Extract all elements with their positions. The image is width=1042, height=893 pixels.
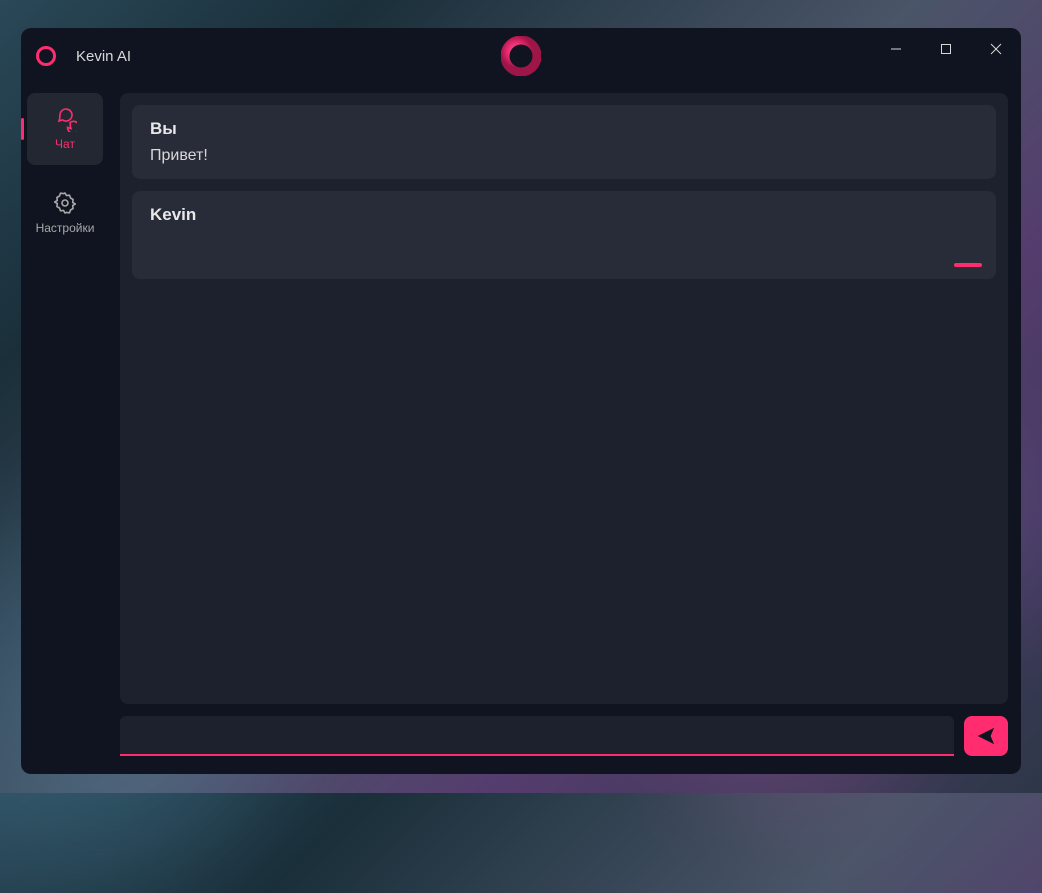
gear-icon	[53, 191, 77, 215]
sidebar-item-label: Настройки	[36, 221, 95, 235]
chat-input[interactable]	[120, 716, 954, 756]
app-window: Kevin AI	[21, 28, 1021, 774]
messages-area[interactable]: Вы Привет! Kevin	[120, 93, 1008, 704]
input-row	[120, 716, 1008, 756]
message-text: Привет!	[150, 147, 978, 165]
chat-icon	[53, 107, 77, 131]
message-sender: Kevin	[150, 205, 978, 225]
loading-indicator-icon	[954, 263, 982, 267]
maximize-button[interactable]	[921, 28, 971, 70]
sidebar-item-settings[interactable]: Настройки	[27, 177, 103, 249]
sidebar: Чат Настройки	[21, 84, 107, 774]
window-controls	[871, 28, 1021, 70]
app-title: Kevin AI	[76, 48, 131, 65]
send-icon	[975, 725, 997, 747]
message-assistant: Kevin	[132, 191, 996, 279]
send-button[interactable]	[964, 716, 1008, 756]
sidebar-item-label: Чат	[55, 137, 75, 151]
main-content: Вы Привет! Kevin	[107, 84, 1021, 774]
titlebar[interactable]: Kevin AI	[21, 28, 1021, 84]
close-button[interactable]	[971, 28, 1021, 70]
sidebar-item-chat[interactable]: Чат	[27, 93, 103, 165]
center-logo-icon	[501, 36, 541, 76]
message-sender: Вы	[150, 119, 978, 139]
app-ring-icon	[36, 46, 56, 66]
message-user: Вы Привет!	[132, 105, 996, 179]
minimize-button[interactable]	[871, 28, 921, 70]
